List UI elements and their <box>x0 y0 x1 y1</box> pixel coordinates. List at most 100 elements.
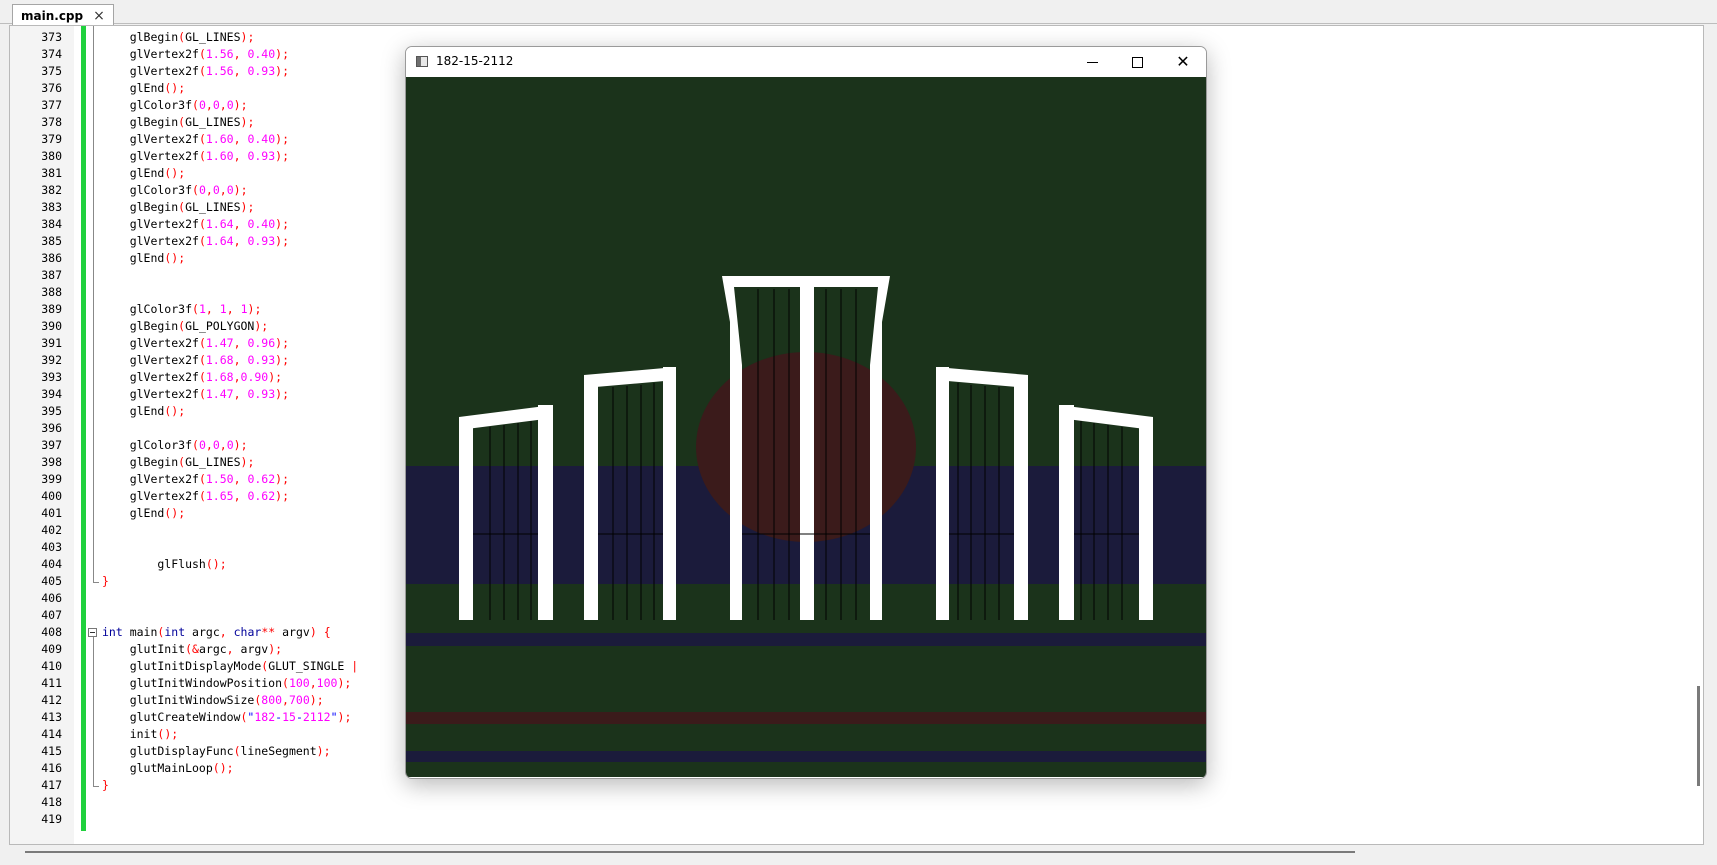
maximize-icon <box>1131 57 1143 68</box>
code-line[interactable]: glVertex2f(1.60, 0.93); <box>102 148 289 165</box>
code-line[interactable]: glVertex2f(1.65, 0.62); <box>102 488 289 505</box>
tab-label: main.cpp <box>21 8 84 23</box>
line-number: 415 <box>41 744 62 758</box>
line-number: 374 <box>41 47 62 61</box>
code-line[interactable]: glutInitWindowSize(800,700); <box>102 692 324 709</box>
line-number: 384 <box>41 217 62 231</box>
code-line[interactable]: glBegin(GL_LINES); <box>102 114 255 131</box>
horizontal-scrollbar[interactable] <box>25 851 1355 853</box>
line-number: 394 <box>41 387 62 401</box>
code-line[interactable]: glVertex2f(1.68, 0.93); <box>102 352 289 369</box>
line-number: 396 <box>41 421 62 435</box>
line-number: 388 <box>41 285 62 299</box>
code-line[interactable]: int main(int argc, char** argv) { <box>102 624 331 641</box>
code-line[interactable]: glVertex2f(1.56, 0.93); <box>102 63 289 80</box>
code-line[interactable]: glVertex2f(1.47, 0.93); <box>102 386 289 403</box>
code-line[interactable]: glutMainLoop(); <box>102 760 234 777</box>
window-titlebar[interactable]: 182-15-2112 ✕ <box>406 47 1206 77</box>
code-line[interactable]: glBegin(GL_LINES); <box>102 199 255 216</box>
line-number: 419 <box>41 812 62 826</box>
app-icon <box>416 56 428 67</box>
code-line[interactable]: glVertex2f(1.68,0.90); <box>102 369 282 386</box>
line-number: 377 <box>41 98 62 112</box>
line-number: 410 <box>41 659 62 673</box>
close-icon[interactable]: × <box>93 9 105 23</box>
line-number: 399 <box>41 472 62 486</box>
code-line[interactable]: } <box>102 777 109 794</box>
fold-toggle-icon[interactable] <box>88 628 97 637</box>
code-line[interactable]: glVertex2f(1.50, 0.62); <box>102 471 289 488</box>
line-number: 401 <box>41 506 62 520</box>
code-line[interactable]: glVertex2f(1.64, 0.40); <box>102 216 289 233</box>
code-line[interactable]: glColor3f(0,0,0); <box>102 97 248 114</box>
fold-line <box>93 26 94 582</box>
maximize-button[interactable] <box>1114 47 1160 77</box>
fold-end-marker <box>93 582 99 583</box>
code-line[interactable]: glutCreateWindow("182-15-2112"); <box>102 709 352 726</box>
code-line[interactable]: glColor3f(0,0,0); <box>102 437 248 454</box>
line-number: 392 <box>41 353 62 367</box>
code-line[interactable]: glBegin(GL_LINES); <box>102 454 255 471</box>
line-number: 391 <box>41 336 62 350</box>
line-number: 416 <box>41 761 62 775</box>
line-number: 398 <box>41 455 62 469</box>
tab-main-cpp[interactable]: main.cpp × <box>12 4 114 26</box>
code-line[interactable]: glEnd(); <box>102 80 185 97</box>
line-number: 379 <box>41 132 62 146</box>
change-marker-bar <box>81 26 86 831</box>
opengl-output-window[interactable]: 182-15-2112 ✕ <box>405 46 1207 779</box>
code-line[interactable]: glFlush(); <box>102 556 226 573</box>
line-number: 411 <box>41 676 62 690</box>
code-line[interactable]: glVertex2f(1.56, 0.40); <box>102 46 289 63</box>
line-number: 383 <box>41 200 62 214</box>
code-line[interactable]: glColor3f(1, 1, 1); <box>102 301 262 318</box>
minimize-button[interactable] <box>1069 47 1115 77</box>
opengl-scene <box>406 77 1206 777</box>
code-line[interactable]: glutInitWindowPosition(100,100); <box>102 675 352 692</box>
line-number: 414 <box>41 727 62 741</box>
line-number: 400 <box>41 489 62 503</box>
close-window-button[interactable]: ✕ <box>1160 47 1206 77</box>
line-number: 373 <box>41 30 62 44</box>
line-number: 408 <box>41 625 62 639</box>
ground-stripe-navy-2 <box>406 751 1206 762</box>
line-number: 389 <box>41 302 62 316</box>
line-number: 378 <box>41 115 62 129</box>
ground-stripe-navy-1 <box>406 633 1206 646</box>
line-number: 406 <box>41 591 62 605</box>
code-line[interactable]: glVertex2f(1.60, 0.40); <box>102 131 289 148</box>
vertical-scrollbar[interactable] <box>1697 686 1700 786</box>
fold-line <box>93 637 94 786</box>
line-number: 413 <box>41 710 62 724</box>
line-number: 395 <box>41 404 62 418</box>
line-number: 417 <box>41 778 62 792</box>
code-line[interactable]: glEnd(); <box>102 165 185 182</box>
tab-bar: main.cpp × <box>0 0 1717 26</box>
line-number: 381 <box>41 166 62 180</box>
line-number: 386 <box>41 251 62 265</box>
code-line[interactable]: glutInit(&argc, argv); <box>102 641 282 658</box>
code-line[interactable]: glEnd(); <box>102 403 185 420</box>
line-number: 376 <box>41 81 62 95</box>
code-line[interactable]: glEnd(); <box>102 505 185 522</box>
code-line[interactable]: glBegin(GL_POLYGON); <box>102 318 269 335</box>
line-number: 397 <box>41 438 62 452</box>
line-number: 390 <box>41 319 62 333</box>
code-line[interactable]: glutDisplayFunc(lineSegment); <box>102 743 331 760</box>
code-line[interactable]: glEnd(); <box>102 250 185 267</box>
code-line[interactable]: init(); <box>102 726 179 743</box>
code-line[interactable]: glBegin(GL_LINES); <box>102 29 255 46</box>
code-line[interactable]: } <box>102 573 109 590</box>
window-title: 182-15-2112 <box>436 54 514 68</box>
code-line[interactable]: glVertex2f(1.64, 0.93); <box>102 233 289 250</box>
line-number: 402 <box>41 523 62 537</box>
line-number: 404 <box>41 557 62 571</box>
line-number: 385 <box>41 234 62 248</box>
code-line[interactable]: glColor3f(0,0,0); <box>102 182 248 199</box>
line-number: 407 <box>41 608 62 622</box>
code-line[interactable]: glutInitDisplayMode(GLUT_SINGLE | <box>102 658 359 675</box>
line-number: 405 <box>41 574 62 588</box>
code-line[interactable]: glVertex2f(1.47, 0.96); <box>102 335 289 352</box>
line-number: 382 <box>41 183 62 197</box>
line-number: 393 <box>41 370 62 384</box>
